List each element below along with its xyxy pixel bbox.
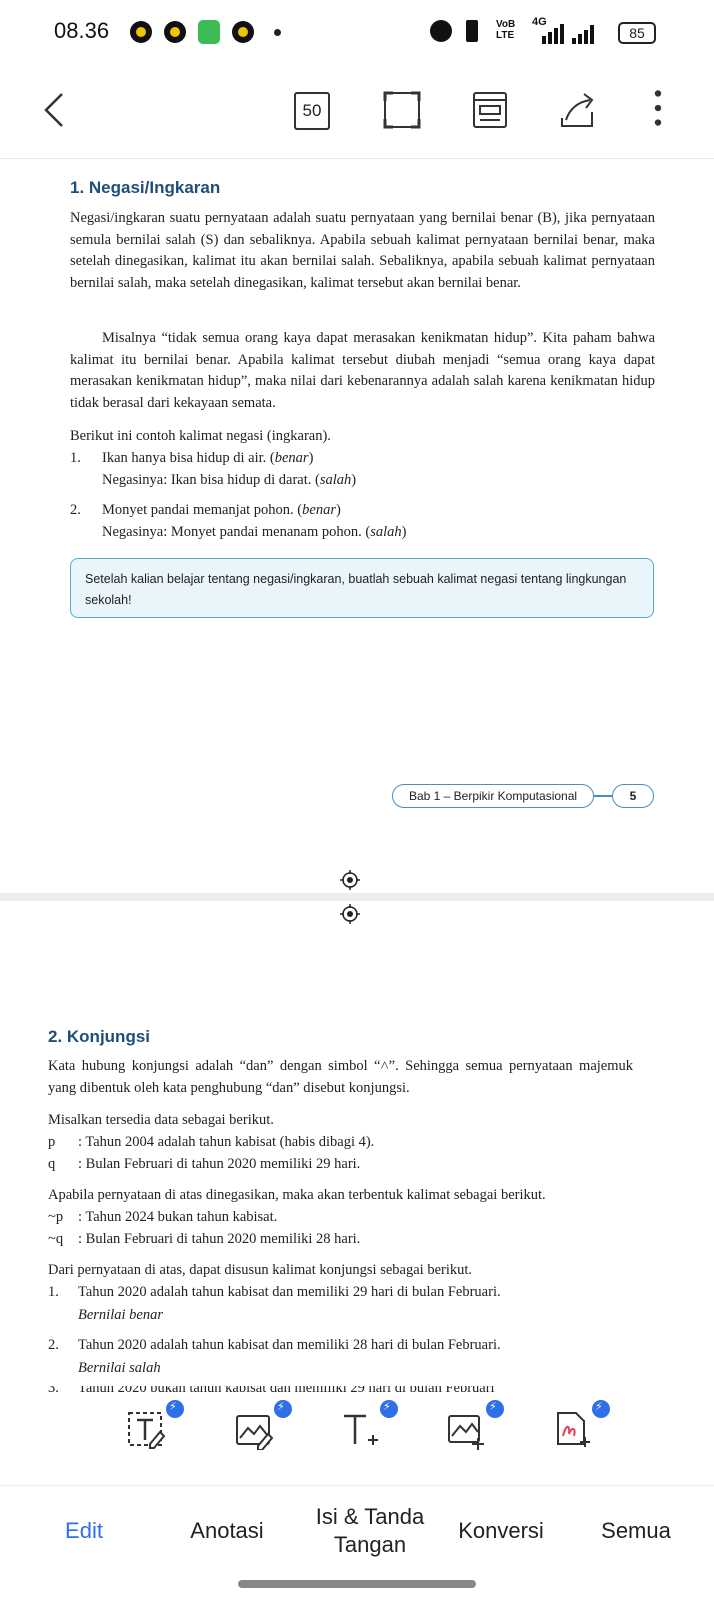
- paragraph-negasi-example: Misalnya “tidak semua orang kaya dapat m…: [70, 330, 655, 411]
- activity-note-box: Setelah kalian belajar tentang negasi/in…: [70, 558, 654, 618]
- list-number: 1.: [48, 1284, 59, 1300]
- paragraph-negation-intro: Apabila pernyataan di atas dinegasikan, …: [48, 1187, 546, 1203]
- crosshair-icon: [340, 904, 360, 924]
- def-symbol: q: [48, 1156, 56, 1172]
- reader-toolbar: 50: [0, 62, 714, 159]
- list-number: 3.: [48, 1386, 59, 1396]
- paragraph-negasi-definition: Negasi/ingkaran suatu pernyataan adalah …: [70, 210, 655, 291]
- activity-note-text: Setelah kalian belajar tentang negasi/in…: [85, 572, 627, 607]
- tab-all[interactable]: Semua: [586, 1486, 686, 1576]
- page-view-icon[interactable]: [470, 90, 510, 130]
- edit-image-tool[interactable]: [234, 1400, 292, 1460]
- page-number-badge: 5: [612, 784, 654, 808]
- back-icon[interactable]: [36, 90, 76, 130]
- list-number: 1.: [70, 450, 81, 466]
- section-heading-negasi: 1. Negasi/Ingkaran: [70, 178, 221, 197]
- list-item: Tahun 2020 adalah tahun kabisat dan memi…: [78, 1337, 501, 1353]
- edit-image-icon: [236, 1415, 274, 1451]
- add-image-icon: [448, 1415, 484, 1450]
- page-separator: [0, 893, 714, 901]
- paragraph-conjunction-intro: Dari pernyataan di atas, dapat disusun k…: [48, 1262, 473, 1278]
- tab-convert[interactable]: Konversi: [446, 1486, 556, 1576]
- edit-text-icon: [128, 1412, 166, 1449]
- document-sign-icon: [557, 1412, 590, 1447]
- paragraph-data-intro: Misalkan tersedia data sebagai berikut.: [48, 1112, 274, 1128]
- more-notifications-dot: [274, 29, 281, 36]
- list-item-negation: Negasinya: Monyet pandai menanam pohon. …: [102, 524, 407, 540]
- add-text-tool[interactable]: [340, 1400, 398, 1460]
- more-options-icon[interactable]: [648, 88, 668, 128]
- premium-badge-icon: [166, 1400, 184, 1418]
- tab-edit[interactable]: Edit: [34, 1486, 134, 1576]
- add-image-tool[interactable]: [446, 1400, 504, 1460]
- bottom-navigation: Edit Anotasi Isi & Tanda Tangan Konversi…: [0, 1485, 714, 1576]
- status-time: 08.36: [54, 18, 110, 43]
- app-notification-icon: [130, 21, 152, 43]
- signal-icon: [542, 24, 594, 44]
- vibrate-icon: [466, 20, 478, 42]
- tab-annotate[interactable]: Anotasi: [170, 1486, 284, 1576]
- status-bar: 08.36 VoB LTE 4G 85: [0, 0, 714, 62]
- list-item: Ikan hanya bisa hidup di air. (benar): [102, 450, 314, 466]
- list-item: Tahun 2020 bukan tahun kabisat dan memil…: [78, 1386, 495, 1396]
- battery-icon: 85: [618, 22, 656, 44]
- sign-document-tool[interactable]: [552, 1400, 610, 1460]
- alarm-icon: [430, 20, 452, 42]
- home-indicator[interactable]: [238, 1580, 476, 1588]
- list-item: Monyet pandai memanjat pohon. (benar): [102, 502, 341, 518]
- volte-indicator: VoB LTE: [496, 19, 516, 41]
- app-notification-icon: [164, 21, 186, 43]
- tab-fill-sign[interactable]: Isi & Tanda Tangan: [300, 1486, 440, 1576]
- shopping-app-icon: [198, 20, 220, 44]
- list-number: 2.: [70, 502, 81, 518]
- premium-badge-icon: [380, 1400, 398, 1418]
- section-heading-konjungsi: 2. Konjungsi: [48, 1027, 150, 1046]
- paragraph-konjungsi-definition: Kata hubung konjungsi adalah “dan” denga…: [48, 1058, 633, 1096]
- edit-text-tool[interactable]: [126, 1400, 184, 1460]
- share-icon[interactable]: [556, 88, 600, 132]
- paragraph-examples-intro: Berikut ini contoh kalimat negasi (ingka…: [70, 428, 331, 444]
- fullscreen-icon[interactable]: [382, 90, 422, 130]
- def-text: : Bulan Februari di tahun 2020 memiliki …: [78, 1231, 361, 1247]
- add-text-icon: [344, 1414, 378, 1445]
- premium-badge-icon: [486, 1400, 504, 1418]
- def-text: : Tahun 2004 adalah tahun kabisat (habis…: [78, 1134, 375, 1150]
- page-count-button[interactable]: 50: [294, 92, 330, 130]
- list-item: Tahun 2020 adalah tahun kabisat dan memi…: [78, 1284, 501, 1300]
- app-notification-icon: [232, 21, 254, 43]
- list-item-negation: Negasinya: Ikan bisa hidup di darat. (sa…: [102, 472, 357, 488]
- chapter-footer-label: Bab 1 – Berpikir Komputasional: [392, 784, 594, 808]
- def-symbol: ~p: [48, 1209, 64, 1225]
- list-item-value: Bernilai benar: [78, 1307, 163, 1323]
- premium-badge-icon: [274, 1400, 292, 1418]
- footer-connector: [594, 795, 612, 797]
- clipped-line-container: 3. Tahun 2020 bukan tahun kabisat dan me…: [0, 1386, 714, 1400]
- def-text: : Bulan Februari di tahun 2020 memiliki …: [78, 1156, 361, 1172]
- crosshair-icon: [340, 870, 360, 890]
- def-symbol: ~q: [48, 1231, 64, 1247]
- def-symbol: p: [48, 1134, 56, 1150]
- premium-badge-icon: [592, 1400, 610, 1418]
- def-text: : Tahun 2024 bukan tahun kabisat.: [78, 1209, 278, 1225]
- list-item-value: Bernilai salah: [78, 1360, 161, 1376]
- list-number: 2.: [48, 1337, 59, 1353]
